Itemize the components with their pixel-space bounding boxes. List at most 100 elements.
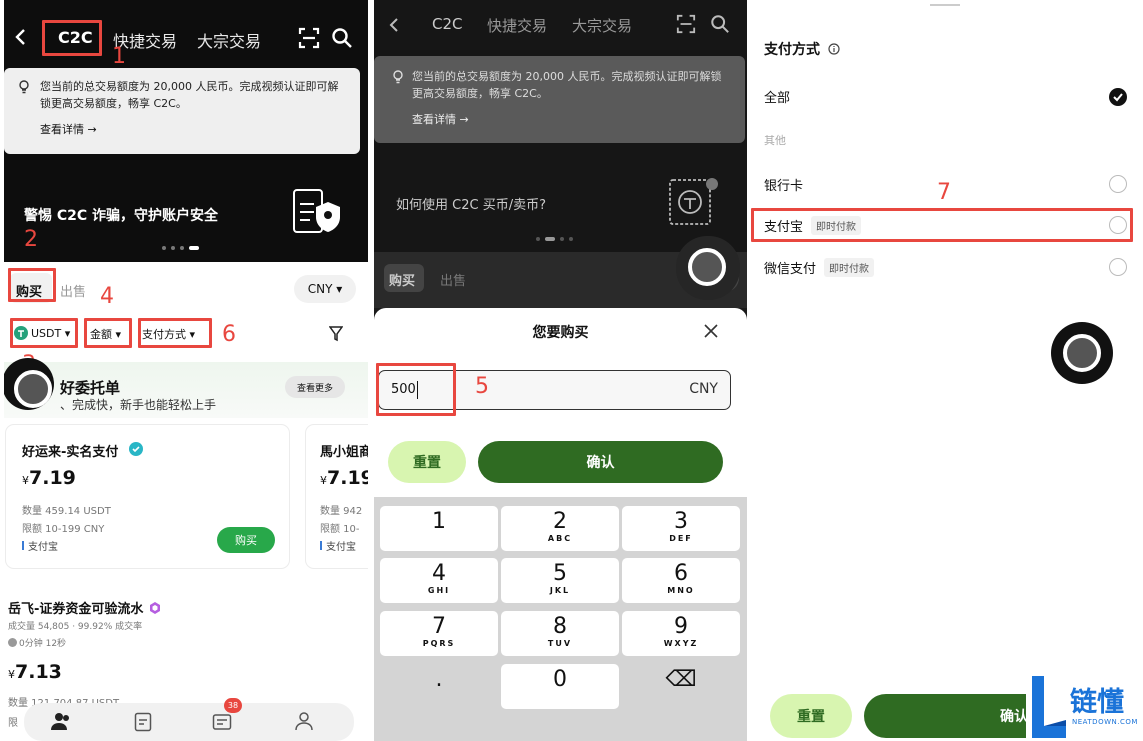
view-details-link[interactable]: 查看详情 →	[412, 111, 731, 128]
keypad-digit: 1	[432, 509, 446, 534]
carousel-dots	[536, 237, 573, 241]
reset-button[interactable]: 重置	[770, 694, 852, 738]
profile-icon[interactable]	[294, 711, 314, 731]
banner-title[interactable]: 如何使用 C2C 买币/卖币?	[396, 194, 546, 213]
floating-assist-button[interactable]	[1051, 322, 1113, 384]
scan-icon[interactable]	[676, 14, 696, 34]
tab-sell[interactable]: 出售	[60, 281, 86, 300]
keypad-key-1[interactable]: 1	[380, 506, 498, 551]
close-icon[interactable]	[704, 324, 718, 338]
merchant-card[interactable]: 馬小姐商 ¥7.19 数量 942 限额 10- 支付宝	[306, 425, 368, 568]
keypad-letters: WXYZ	[663, 639, 699, 648]
orders-icon[interactable]	[134, 712, 152, 732]
floating-assist-button[interactable]	[4, 358, 54, 410]
listing-price-value: 7.13	[15, 661, 62, 683]
search-icon[interactable]	[331, 27, 353, 49]
view-details-link[interactable]: 查看详情 →	[40, 121, 346, 138]
keypad-key-6[interactable]: 6 MNO	[622, 558, 740, 603]
option-wechat[interactable]: 微信支付 即时付款	[764, 258, 875, 277]
option-all[interactable]: 全部	[764, 87, 790, 106]
funnel-filter-icon[interactable]	[329, 326, 343, 342]
panel-c2c-market: C2C 快捷交易 大宗交易 1 您当前的总交易额度为 20,000 人民币。完成…	[4, 0, 368, 741]
logo-mark-icon	[1032, 676, 1066, 738]
keypad-digit: 9	[674, 614, 688, 639]
verified-badge-icon	[129, 442, 143, 456]
buy-button[interactable]: 购买	[217, 527, 275, 553]
listing-price: ¥7.13	[8, 661, 62, 683]
keypad-digit: 3	[674, 509, 688, 534]
tab-bulk-trade[interactable]: 大宗交易	[197, 28, 261, 52]
merchant-price: ¥7.19	[320, 467, 368, 489]
message-count-badge: 38	[224, 698, 242, 713]
numeric-keypad: 1 2 ABC 3 DEF 4 GHI 5 JKL 6 MNO 7 PQRS 8 TUV 9 WXYZ. 0 ⌫	[374, 497, 747, 741]
back-arrow-icon[interactable]	[388, 17, 400, 33]
currency-select[interactable]: CNY ▾	[294, 275, 356, 303]
keypad-key-0[interactable]: 0	[501, 664, 619, 709]
people-icon[interactable]	[50, 711, 72, 731]
tab-buy[interactable]: 购买	[384, 264, 424, 292]
info-icon[interactable]	[828, 43, 840, 55]
payment-method-title-text: 支付方式	[764, 42, 820, 58]
view-more-button[interactable]: 查看更多	[285, 376, 345, 398]
merchant-payment-label: 支付宝	[28, 542, 58, 553]
panel-payment-method: 支付方式 全部 其他 银行卡 支付宝 即时付款 7 微信支付 即时付款 重置 确…	[748, 0, 1143, 741]
merchant-limit: 限额 10-199 CNY	[22, 524, 105, 535]
merchant-card[interactable]: 好运来-实名支付 ¥7.19 数量 459.14 USDT 限额 10-199 …	[6, 425, 289, 568]
merchant-payment-label: 支付宝	[326, 542, 356, 553]
radio-wechat[interactable]	[1109, 258, 1127, 276]
panel-buy-amount: C2C 快捷交易 大宗交易 您当前的总交易额度为 20,000 人民币。完成视频…	[374, 0, 747, 741]
keypad-key-2[interactable]: 2 ABC	[501, 506, 619, 551]
merchant-quantity: 数量 459.14 USDT	[22, 506, 111, 517]
sheet-handle	[930, 4, 960, 6]
tab-sell[interactable]: 出售	[440, 270, 466, 289]
banner-title[interactable]: 警惕 C2C 诈骗，守护账户安全	[24, 205, 218, 225]
messages-icon[interactable]	[212, 712, 232, 732]
option-bank-card[interactable]: 银行卡	[764, 175, 803, 194]
scan-icon[interactable]	[298, 27, 320, 49]
keypad-key-8[interactable]: 8 TUV	[501, 611, 619, 656]
highlight-box-amount-input	[376, 363, 456, 416]
payment-method-title: 支付方式	[764, 39, 840, 59]
keypad-digit: 8	[553, 614, 567, 639]
keypad-key-4[interactable]: 4 GHI	[380, 558, 498, 603]
sheet-title: 您要购买	[532, 325, 589, 341]
keypad-letters: MNO	[667, 586, 695, 595]
step-label-2: 2	[24, 227, 38, 252]
quota-notice: 您当前的总交易额度为 20,000 人民币。完成视频认证即可解锁更高交易额度，畅…	[4, 68, 360, 154]
merchant-name: 馬小姐商	[320, 445, 368, 460]
confirm-button[interactable]: 确认	[478, 441, 723, 483]
floating-assist-button[interactable]	[676, 236, 740, 300]
merchant-payment-method: 支付宝	[22, 538, 58, 553]
keypad-backspace-key[interactable]: ⌫	[622, 664, 740, 709]
reset-button[interactable]: 重置	[388, 441, 466, 483]
radio-bank-card[interactable]	[1109, 175, 1127, 193]
step-label-5: 5	[475, 374, 489, 399]
listing-merchant-name[interactable]: 岳飞-证券资金可验流水	[8, 598, 162, 617]
keypad-letters: JKL	[549, 586, 571, 595]
option-bank-label: 银行卡	[764, 179, 804, 194]
checkmark-icon[interactable]	[1109, 88, 1127, 106]
search-icon[interactable]	[710, 14, 730, 34]
option-all-label: 全部	[764, 91, 791, 106]
keypad-digit: 4	[432, 561, 446, 586]
keypad-key-7[interactable]: 7 PQRS	[380, 611, 498, 656]
merchant-quantity: 数量 942	[320, 506, 363, 517]
carousel-dots	[162, 246, 199, 250]
tab-bulk-trade[interactable]: 大宗交易	[572, 15, 632, 36]
tab-c2c[interactable]: C2C	[432, 15, 463, 33]
keypad-decimal-key[interactable]: .	[380, 664, 498, 709]
promo-subtitle: 、完成快，新手也能轻松上手	[60, 398, 217, 412]
merchant-price: ¥7.19	[22, 467, 76, 489]
highlight-box-1	[42, 20, 102, 56]
keypad-digit: 2	[553, 509, 567, 534]
promo-title: 好委托单	[60, 379, 121, 397]
logo-text: 链懂	[1070, 687, 1124, 718]
keypad-key-9[interactable]: 9 WXYZ	[622, 611, 740, 656]
keypad-digit: 7	[432, 614, 446, 639]
keypad-key-3[interactable]: 3 DEF	[622, 506, 740, 551]
tab-quick-trade[interactable]: 快捷交易	[487, 15, 547, 36]
option-wechat-label: 微信支付	[764, 262, 817, 277]
keypad-key-5[interactable]: 5 JKL	[501, 558, 619, 603]
back-arrow-icon[interactable]	[14, 28, 28, 46]
guide-document-icon	[664, 172, 724, 232]
